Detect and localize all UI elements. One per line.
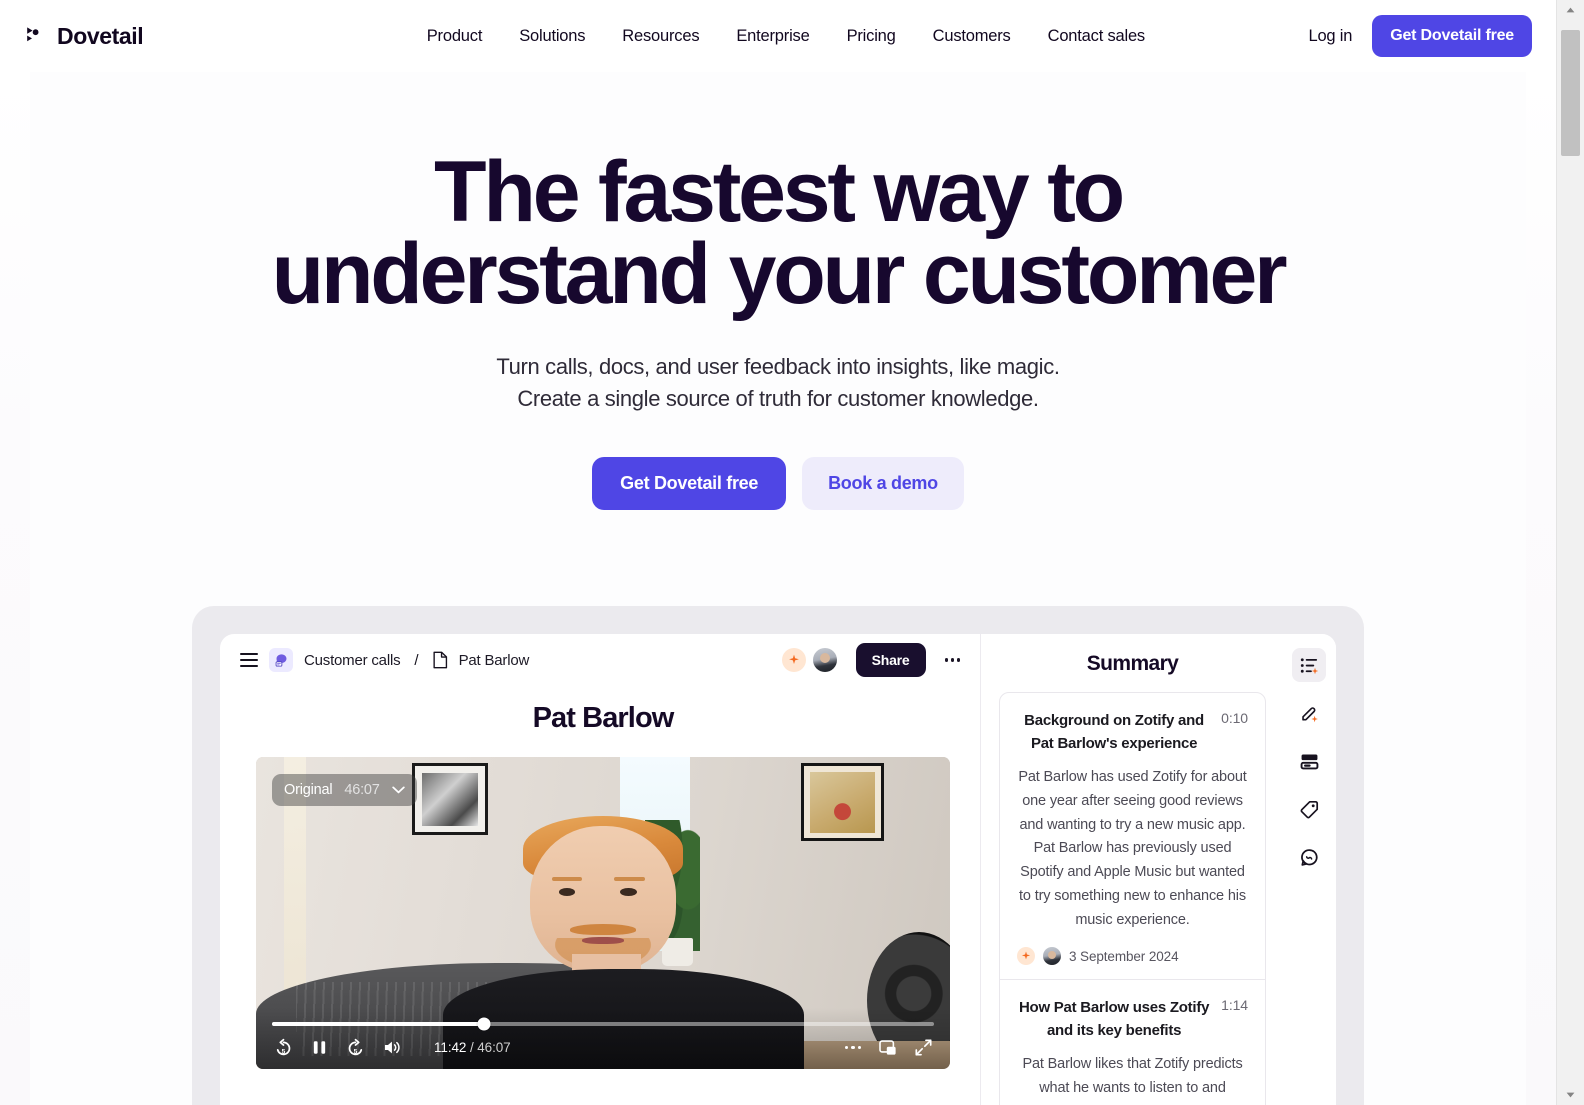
- fields-icon[interactable]: [1292, 744, 1326, 778]
- ai-sparkle-badge: [781, 648, 806, 673]
- video-scrubber-handle[interactable]: [477, 1017, 491, 1031]
- hero-subtitle-line-2: Create a single source of truth for cust…: [517, 386, 1039, 412]
- document-title: Pat Barlow: [532, 702, 675, 735]
- forward-5-icon[interactable]: 5: [346, 1038, 365, 1057]
- avatar: [1043, 947, 1061, 966]
- scrollbar-thumb[interactable]: [1561, 30, 1580, 156]
- nav-link-pricing[interactable]: Pricing: [847, 27, 896, 46]
- video-total-time: 46:07: [477, 1040, 511, 1056]
- page-title: The fastest way to understand your custo…: [228, 149, 1328, 317]
- page-viewport: Dovetail Product Solutions Resources Ent…: [0, 0, 1556, 1105]
- summary-pane: Summary Background on Zotify and Pat Bar…: [981, 634, 1336, 1105]
- video-source-label: Original: [284, 782, 333, 799]
- pause-icon[interactable]: [311, 1039, 328, 1056]
- customer-calls-icon: [269, 648, 293, 673]
- avatar[interactable]: [812, 648, 837, 673]
- page-scrollbar[interactable]: [1556, 0, 1584, 1105]
- app-topbar: Customer calls / Pat Barlow Share: [220, 634, 980, 686]
- nav-links: Product Solutions Resources Enterprise P…: [263, 27, 1308, 46]
- video-source-selector[interactable]: Original 46:07: [272, 774, 417, 807]
- summary-item-body: Pat Barlow likes that Zotify predicts wh…: [1022, 1055, 1243, 1096]
- summary-item[interactable]: Background on Zotify and Pat Barlow's ex…: [1000, 693, 1265, 979]
- hero-subtitle-line-1: Turn calls, docs, and user feedback into…: [496, 354, 1060, 380]
- nav-link-contact-sales[interactable]: Contact sales: [1048, 27, 1146, 46]
- sparkle-icon: [788, 654, 799, 665]
- sparkle-icon: [1017, 947, 1035, 966]
- hero-cta-group: Get Dovetail free Book a demo: [0, 457, 1556, 511]
- summary-item-timestamp: 0:10: [1221, 710, 1248, 727]
- scroll-down-icon[interactable]: [1557, 1085, 1584, 1105]
- scroll-up-icon[interactable]: [1557, 0, 1584, 20]
- dovetail-mark-icon: [27, 27, 39, 42]
- hero-section: The fastest way to understand your custo…: [0, 72, 1556, 1105]
- video-timestamp: 11:42 / 46:07: [434, 1040, 511, 1055]
- video-current-time: 11:42: [434, 1040, 467, 1056]
- summary-item-timestamp: 1:14: [1221, 997, 1248, 1014]
- hero-subtitle: Turn calls, docs, and user feedback into…: [0, 351, 1556, 415]
- summary-item[interactable]: How Pat Barlow uses Zotify and its key b…: [1000, 979, 1265, 1105]
- nav-actions: Log in Get Dovetail free: [1308, 15, 1532, 57]
- summary-list-icon[interactable]: [1292, 648, 1326, 683]
- summary-card: Background on Zotify and Pat Barlow's ex…: [999, 692, 1266, 1105]
- svg-text:5: 5: [354, 1049, 358, 1056]
- video-controls: 5 5 11:42 / 46:07: [256, 1008, 950, 1070]
- video-progress-fill: [272, 1022, 484, 1027]
- nav-link-customers[interactable]: Customers: [933, 27, 1011, 46]
- rewind-5-icon[interactable]: 5: [274, 1038, 293, 1057]
- video-control-row: 5 5 11:42 / 46:07: [270, 1038, 936, 1057]
- document-pane: Customer calls / Pat Barlow Share Pat Ba…: [220, 634, 981, 1105]
- get-dovetail-free-button-hero[interactable]: Get Dovetail free: [592, 457, 787, 511]
- product-screenshot-frame: Customer calls / Pat Barlow Share Pat Ba…: [192, 606, 1364, 1105]
- video-source-duration: 46:07: [344, 782, 380, 799]
- book-a-demo-button[interactable]: Book a demo: [802, 457, 964, 511]
- comment-icon[interactable]: [1292, 840, 1326, 874]
- picture-in-picture-icon[interactable]: [879, 1039, 897, 1056]
- nav-link-resources[interactable]: Resources: [622, 27, 699, 46]
- volume-icon[interactable]: [383, 1039, 402, 1056]
- share-button[interactable]: Share: [855, 643, 926, 678]
- breadcrumb-separator: /: [414, 651, 419, 669]
- brand-name: Dovetail: [57, 22, 144, 49]
- video-more-icon[interactable]: [844, 1045, 861, 1050]
- customer-calls-glyph: [275, 653, 286, 667]
- summary-item-date: 3 September 2024: [1069, 948, 1179, 964]
- brand-logo[interactable]: Dovetail: [24, 22, 144, 50]
- nav-link-solutions[interactable]: Solutions: [519, 27, 585, 46]
- summary-heading: Summary: [1086, 652, 1179, 676]
- nav-link-product[interactable]: Product: [427, 27, 483, 46]
- app-window: Customer calls / Pat Barlow Share Pat Ba…: [220, 634, 1336, 1105]
- breadcrumb-document[interactable]: Pat Barlow: [459, 652, 530, 669]
- summary-item-header: How Pat Barlow uses Zotify and its key b…: [1017, 996, 1248, 1043]
- login-link[interactable]: Log in: [1308, 27, 1352, 46]
- highlight-pen-icon[interactable]: [1292, 696, 1326, 730]
- svg-text:5: 5: [282, 1049, 286, 1056]
- summary-column: Summary Background on Zotify and Pat Bar…: [981, 634, 1282, 1105]
- hero-title-line-2: understand your customer: [271, 225, 1288, 322]
- summary-item-body: Pat Barlow has used Zotify for about one…: [1018, 768, 1247, 929]
- video-time-divider: /: [469, 1040, 474, 1056]
- summary-item-title: Background on Zotify and Pat Barlow's ex…: [1024, 712, 1204, 753]
- ellipsis-icon[interactable]: [943, 652, 963, 668]
- summary-item-title: How Pat Barlow uses Zotify and its key b…: [1018, 999, 1210, 1040]
- nav-link-enterprise[interactable]: Enterprise: [736, 27, 809, 46]
- hamburger-icon[interactable]: [240, 653, 258, 668]
- fullscreen-icon[interactable]: [915, 1039, 932, 1056]
- breadcrumb-project[interactable]: Customer calls: [304, 652, 401, 669]
- tag-icon[interactable]: [1292, 792, 1326, 826]
- document-icon: [433, 651, 447, 669]
- document-body: Pat Barlow Original 46:07 5 5 11:42 / 46…: [220, 686, 980, 1105]
- summary-item-header: Background on Zotify and Pat Barlow's ex…: [1017, 709, 1248, 756]
- top-navigation: Dovetail Product Solutions Resources Ent…: [0, 0, 1556, 72]
- chevron-down-icon: [391, 786, 405, 794]
- summary-item-meta: 3 September 2024: [1017, 947, 1248, 966]
- video-scrubber[interactable]: [272, 1017, 934, 1031]
- video-player[interactable]: Original 46:07 5 5 11:42 / 46:07: [256, 757, 950, 1070]
- summary-icon-rail: [1282, 634, 1336, 1105]
- get-dovetail-free-button-nav[interactable]: Get Dovetail free: [1372, 15, 1532, 57]
